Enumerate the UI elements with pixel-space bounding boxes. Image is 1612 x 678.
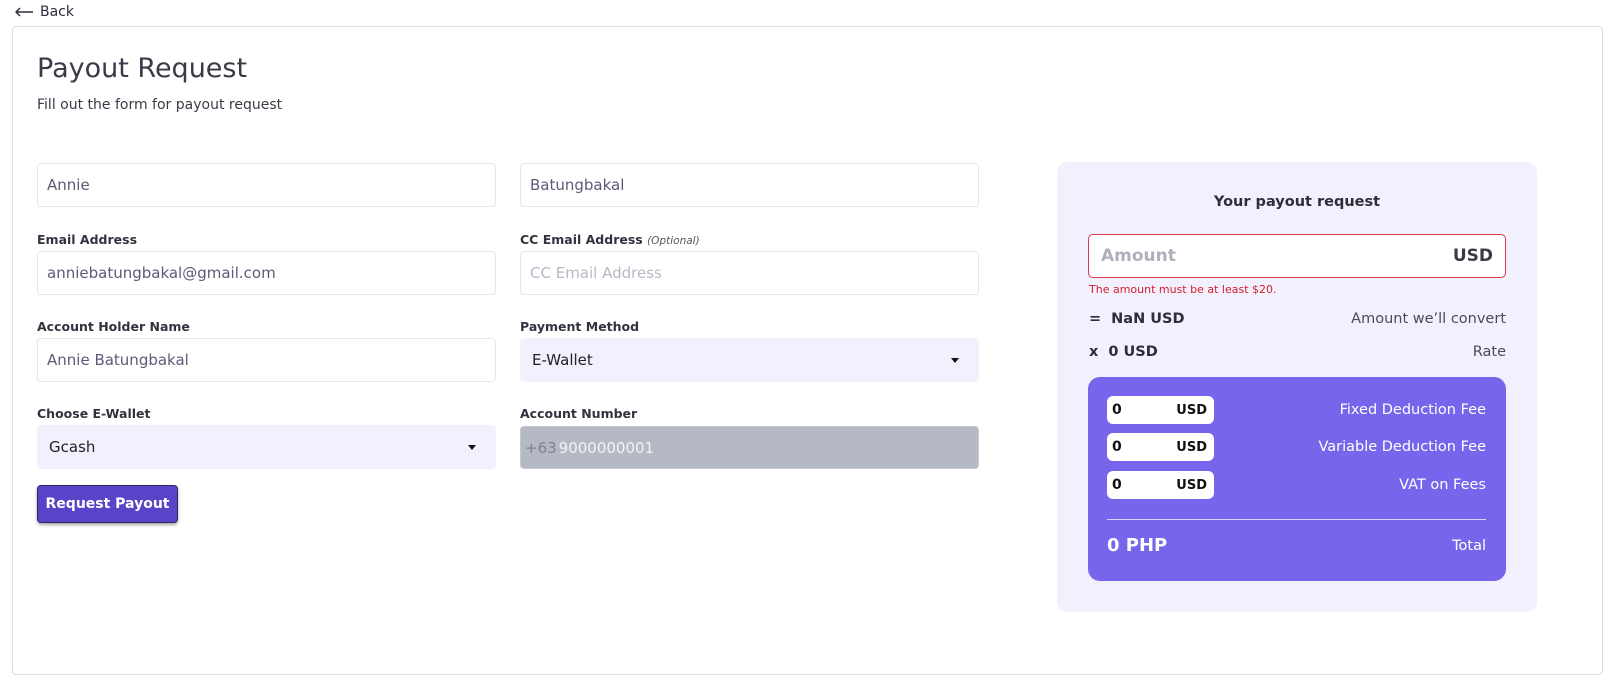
country-code-prefix: +63	[525, 438, 557, 457]
fees-divider	[1107, 519, 1486, 520]
amount-error-message: The amount must be at least $20.	[1089, 283, 1277, 296]
account-holder-label: Account Holder Name	[37, 319, 190, 334]
request-payout-button[interactable]: Request Payout	[37, 485, 178, 523]
convert-row: = NaN USD Amount we’ll convert	[1089, 311, 1506, 327]
payout-card: Payout Request Fill out the form for pay…	[12, 26, 1603, 675]
amount-currency: USD	[1452, 246, 1493, 266]
fixed-fee-label: Fixed Deduction Fee	[1339, 402, 1486, 418]
payment-method-select[interactable]: E-Wallet	[520, 338, 979, 382]
caret-down-icon	[951, 357, 959, 363]
email-input[interactable]: anniebatungbakal@gmail.com	[37, 251, 496, 295]
convert-label: Amount we’ll convert	[1351, 311, 1506, 327]
payment-method-label: Payment Method	[520, 319, 640, 334]
ewallet-value: Gcash	[49, 438, 96, 456]
rate-value: 0 USD	[1108, 344, 1158, 360]
total-value: 0 PHP	[1107, 535, 1168, 556]
account-number-input: +63 9000000001	[520, 426, 979, 469]
vat-fee-label: VAT on Fees	[1399, 477, 1486, 493]
fixed-fee-input[interactable]: 0 USD	[1107, 396, 1214, 424]
summary-title: Your payout request	[1213, 194, 1381, 210]
fees-panel: 0 USD Fixed Deduction Fee 0 USD Variable…	[1088, 377, 1506, 581]
arrow-left-icon	[15, 7, 33, 17]
convert-value: NaN USD	[1111, 311, 1185, 327]
account-holder-input[interactable]: Annie Batungbakal	[37, 338, 496, 382]
variable-fee-input[interactable]: 0 USD	[1107, 433, 1214, 461]
account-number-value: 9000000001	[558, 438, 655, 457]
amount-input[interactable]: Amount USD	[1088, 234, 1506, 278]
page-subtitle: Fill out the form for payout request	[37, 97, 283, 113]
back-label: Back	[40, 4, 74, 20]
ewallet-select[interactable]: Gcash	[37, 425, 496, 469]
last-name-input[interactable]: Batungbakal	[520, 163, 979, 207]
vat-fee-value: 0	[1112, 477, 1122, 493]
cc-email-label: CC Email Address (Optional)	[520, 232, 700, 247]
first-name-input[interactable]: Annie	[37, 163, 496, 207]
variable-fee-row: 0 USD Variable Deduction Fee	[1107, 433, 1486, 461]
variable-fee-label: Variable Deduction Fee	[1318, 439, 1486, 455]
email-label: Email Address	[37, 232, 138, 247]
payout-summary-panel: Your payout request Amount USD The amoun…	[1057, 162, 1537, 612]
back-link[interactable]: Back	[14, 4, 74, 20]
amount-placeholder: Amount	[1101, 246, 1176, 266]
variable-fee-currency: USD	[1176, 439, 1207, 455]
payment-method-value: E-Wallet	[532, 351, 593, 369]
fixed-fee-currency: USD	[1176, 402, 1207, 418]
total-row: 0 PHP Total	[1107, 535, 1486, 556]
cc-email-label-text: CC Email Address	[520, 232, 643, 247]
equals-operator: =	[1089, 311, 1102, 327]
cc-email-input[interactable]: CC Email Address	[520, 251, 979, 295]
page-title: Payout Request	[37, 53, 248, 84]
rate-row: x 0 USD Rate	[1089, 344, 1506, 360]
vat-fee-currency: USD	[1176, 477, 1207, 493]
rate-label: Rate	[1472, 344, 1506, 360]
ewallet-label: Choose E-Wallet	[37, 406, 151, 421]
total-label: Total	[1452, 537, 1486, 554]
vat-fee-row: 0 USD VAT on Fees	[1107, 471, 1486, 499]
vat-fee-input[interactable]: 0 USD	[1107, 471, 1214, 499]
caret-down-icon	[468, 444, 476, 450]
variable-fee-value: 0	[1112, 439, 1122, 455]
multiply-operator: x	[1089, 344, 1099, 360]
account-number-label: Account Number	[520, 406, 638, 421]
fixed-fee-value: 0	[1112, 402, 1122, 418]
optional-hint: (Optional)	[647, 235, 700, 247]
fixed-fee-row: 0 USD Fixed Deduction Fee	[1107, 396, 1486, 424]
